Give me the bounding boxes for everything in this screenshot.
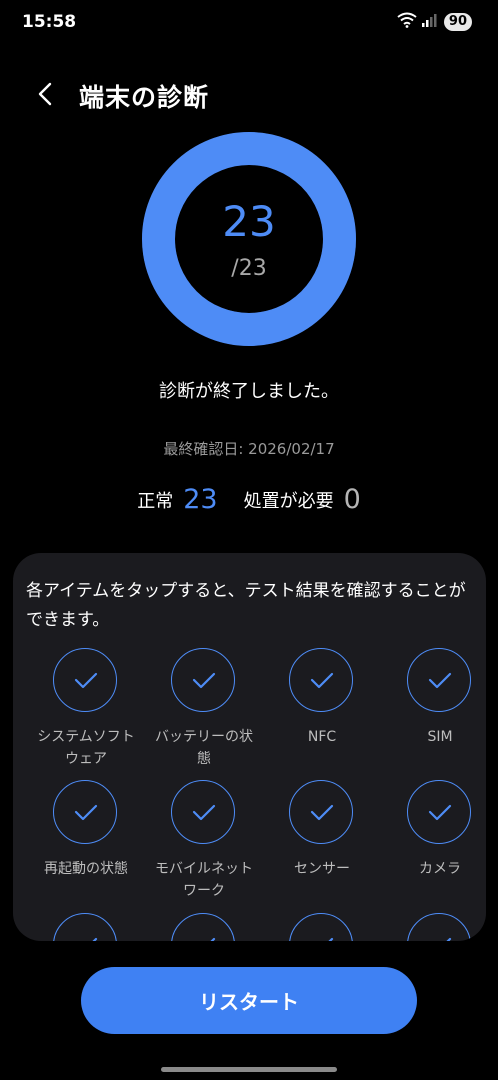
check-icon (53, 913, 117, 941)
diagnosis-item[interactable]: システムソフトウェア (27, 648, 145, 780)
battery-badge: 90 (443, 13, 472, 31)
check-icon (53, 780, 117, 844)
check-icon (289, 780, 353, 844)
diagnosis-item-label: バッテリーの状態 (155, 729, 253, 767)
diagnosis-item[interactable]: バッテリーの状態 (145, 648, 263, 780)
wifi-icon (397, 12, 417, 32)
check-icon (171, 780, 235, 844)
progress-ring: 23 /23 (142, 132, 356, 346)
check-icon (289, 648, 353, 712)
diagnosis-item[interactable]: NFC (263, 648, 381, 780)
normal-count: 23 (183, 484, 218, 515)
diagnosis-items-panel: 各アイテムをタップすると、テスト結果を確認することができます。 システムソフトウ… (13, 553, 486, 941)
diagnosis-item-label: SIM (427, 729, 453, 745)
diagnosis-item-label: センサー (294, 861, 350, 877)
check-icon (171, 913, 235, 941)
diagnosis-item-label: 再起動の状態 (44, 861, 128, 877)
result-summary: 正常 23 処置が必要 0 (0, 484, 498, 515)
diagnosis-count: 23 (222, 197, 276, 246)
panel-hint: 各アイテムをタップすると、テスト結果を確認することができます。 (26, 581, 466, 630)
diagnosis-item-label: NFC (307, 729, 337, 745)
check-icon (289, 913, 353, 941)
check-icon (407, 780, 471, 844)
diagnosis-item[interactable] (27, 913, 145, 941)
diagnosis-item[interactable]: SIM (381, 648, 486, 780)
last-check-date: 最終確認日: 2026/02/17 (163, 440, 335, 458)
status-icons: 90 (397, 12, 472, 32)
check-icon (53, 648, 117, 712)
diagnosis-item-label: モバイルネットワーク (155, 861, 253, 899)
diagnosis-total: /23 (231, 256, 267, 281)
header: 端末の診断 (0, 70, 498, 118)
diagnosis-item[interactable] (381, 913, 486, 941)
signal-icon (421, 12, 437, 32)
diagnosis-item-label: システムソフトウェア (37, 729, 135, 767)
diagnosis-item-label: カメラ (419, 861, 461, 877)
restart-button[interactable]: リスタート (81, 967, 417, 1034)
page-title: 端末の診断 (79, 83, 210, 112)
chevron-left-icon (38, 82, 52, 106)
home-indicator (161, 1067, 337, 1072)
normal-label: 正常 (137, 490, 174, 512)
diagnosis-item[interactable]: センサー (263, 780, 381, 912)
check-icon (407, 913, 471, 941)
diagnosis-item[interactable]: カメラ (381, 780, 486, 912)
completion-message: 診断が終了しました。 (159, 381, 339, 402)
check-icon (407, 648, 471, 712)
action-needed-count: 0 (343, 484, 361, 515)
diagnosis-item[interactable] (263, 913, 381, 941)
status-time: 15:58 (22, 12, 77, 32)
diagnosis-item[interactable]: モバイルネットワーク (145, 780, 263, 912)
back-button[interactable] (28, 76, 64, 112)
status-bar: 15:58 90 (0, 0, 498, 46)
check-icon (171, 648, 235, 712)
diagnosis-item[interactable]: 再起動の状態 (27, 780, 145, 912)
diagnosis-item[interactable] (145, 913, 263, 941)
action-needed-label: 処置が必要 (243, 490, 334, 512)
